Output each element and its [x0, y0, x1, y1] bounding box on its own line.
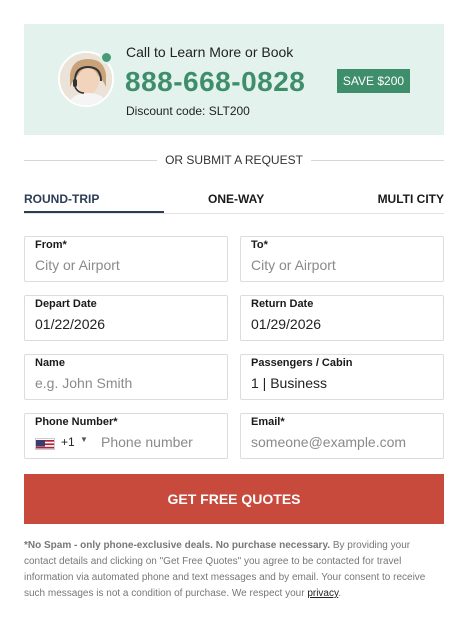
phone-field[interactable]: Phone Number* +1 ▼ Phone number — [24, 413, 228, 459]
save-badge: SAVE $200 — [337, 69, 410, 93]
name-input[interactable]: e.g. John Smith — [35, 375, 132, 391]
call-box: Call to Learn More or Book 888-668-0828 … — [24, 24, 444, 135]
return-date-field[interactable]: Return Date 01/29/2026 — [240, 295, 444, 341]
chevron-down-icon[interactable]: ▼ — [80, 435, 88, 444]
call-title: Call to Learn More or Book — [126, 44, 294, 60]
submit-request-heading: OR SUBMIT A REQUEST — [0, 153, 468, 167]
name-field[interactable]: Name e.g. John Smith — [24, 354, 228, 400]
online-status-icon — [100, 51, 113, 64]
from-input[interactable]: City or Airport — [35, 257, 120, 273]
to-field[interactable]: To* City or Airport — [240, 236, 444, 282]
email-field[interactable]: Email* someone@example.com — [240, 413, 444, 459]
return-date-input[interactable]: 01/29/2026 — [251, 316, 321, 332]
to-input[interactable]: City or Airport — [251, 257, 336, 273]
tab-round-trip[interactable]: ROUND-TRIP — [24, 192, 99, 206]
tab-multi-city[interactable]: MULTI CITY — [378, 192, 444, 206]
email-input[interactable]: someone@example.com — [251, 434, 406, 450]
us-flag-icon[interactable] — [35, 438, 55, 450]
from-label: From* — [35, 239, 67, 251]
get-free-quotes-button[interactable]: GET FREE QUOTES — [24, 474, 444, 524]
disclaimer-text: *No Spam - only phone-exclusive deals. N… — [24, 538, 444, 602]
depart-date-field[interactable]: Depart Date 01/22/2026 — [24, 295, 228, 341]
phone-label: Phone Number* — [35, 416, 118, 428]
phone-number-link[interactable]: 888-668-0828 — [125, 66, 305, 98]
passengers-cabin-field[interactable]: Passengers / Cabin 1 | Business — [240, 354, 444, 400]
from-field[interactable]: From* City or Airport — [24, 236, 228, 282]
disclaimer-no-spam: *No Spam - only phone-exclusive deals. — [24, 540, 213, 551]
return-date-label: Return Date — [251, 298, 314, 310]
tab-one-way[interactable]: ONE-WAY — [208, 192, 264, 206]
discount-code: Discount code: SLT200 — [126, 104, 250, 118]
to-label: To* — [251, 239, 268, 251]
trip-type-tabs: ROUND-TRIP ONE-WAY MULTI CITY — [24, 188, 444, 214]
privacy-link[interactable]: privacy — [307, 588, 338, 599]
depart-date-input[interactable]: 01/22/2026 — [35, 316, 105, 332]
depart-date-label: Depart Date — [35, 298, 97, 310]
active-tab-indicator — [24, 211, 164, 213]
phone-input[interactable]: Phone number — [101, 434, 193, 450]
country-code[interactable]: +1 — [61, 435, 75, 449]
disclaimer-no-purchase: No purchase necessary. — [215, 540, 331, 551]
email-label: Email* — [251, 416, 285, 428]
passengers-cabin-label: Passengers / Cabin — [251, 357, 353, 369]
name-label: Name — [35, 357, 65, 369]
disclaimer-end: . — [338, 588, 342, 599]
passengers-cabin-select[interactable]: 1 | Business — [251, 375, 327, 391]
